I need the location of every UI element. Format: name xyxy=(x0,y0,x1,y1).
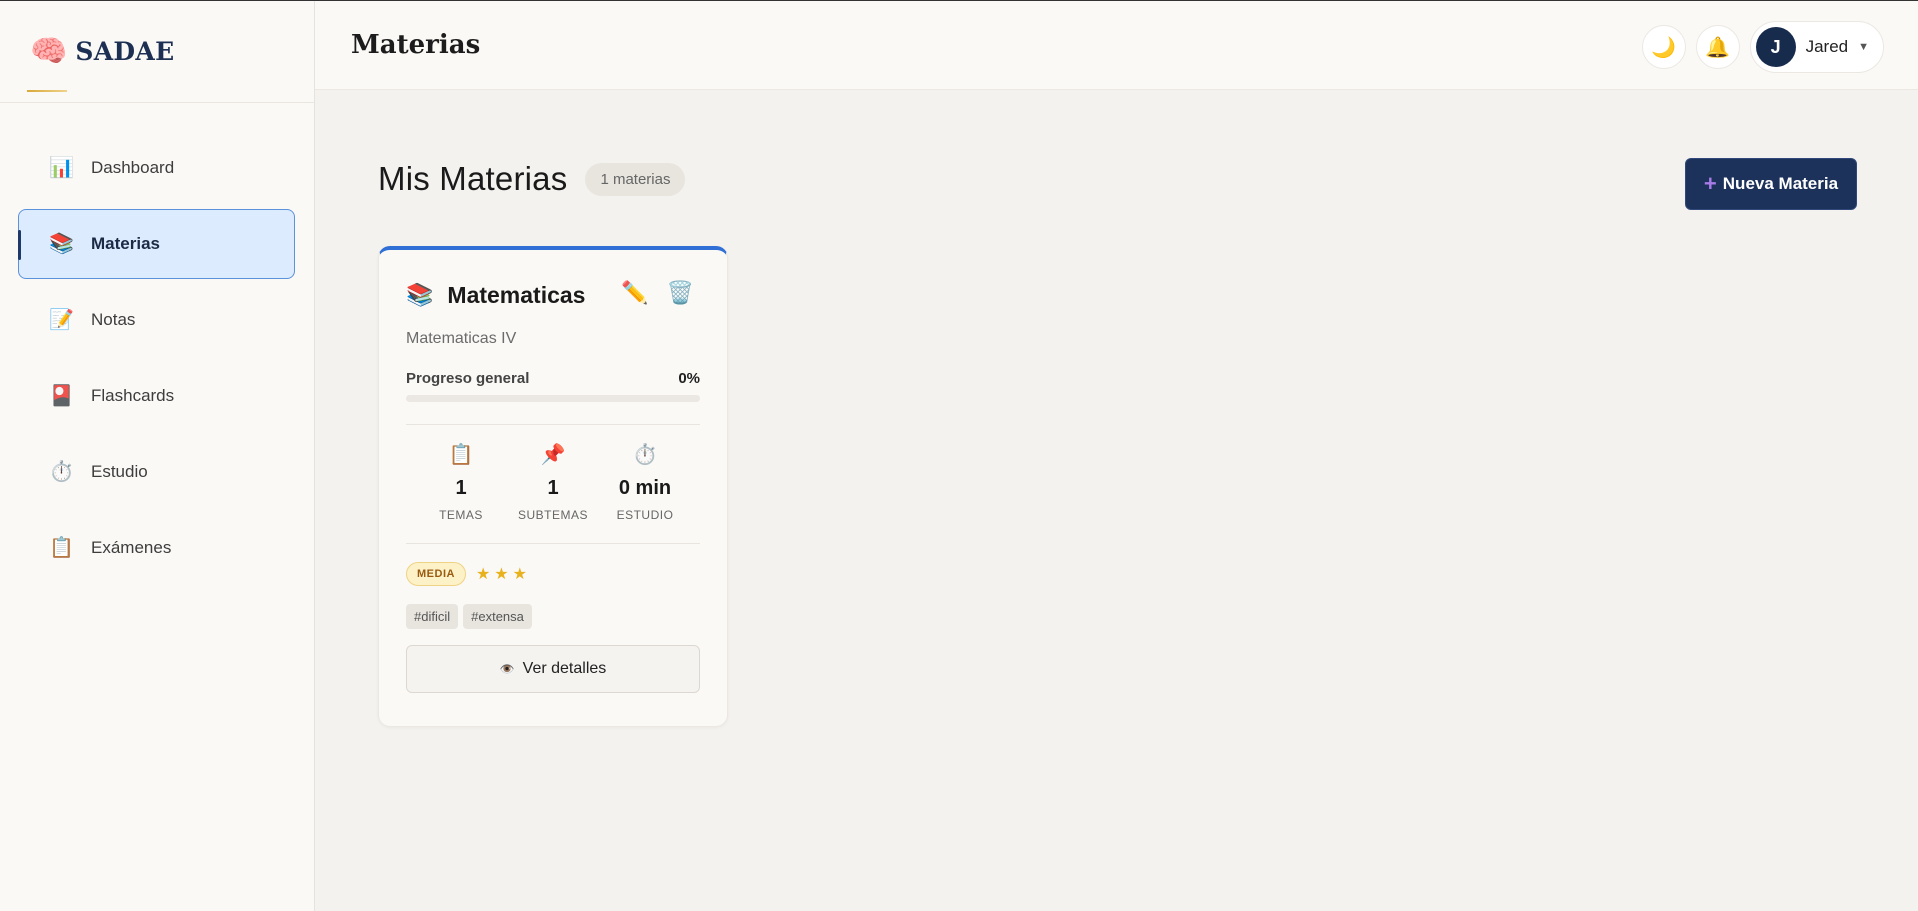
sidebar-item-label: Flashcards xyxy=(91,386,175,405)
brand[interactable]: 🧠 SADAE xyxy=(0,1,314,103)
meta-row: MEDIA ★★★ xyxy=(406,562,700,586)
sidebar-item-notas[interactable]: 📝 Notas xyxy=(18,285,295,355)
caret-down-icon: ▼ xyxy=(1858,41,1869,53)
stat-subtemas: 📌 1 SUBTEMAS xyxy=(508,445,598,543)
theme-toggle-button[interactable]: 🌙 xyxy=(1641,25,1686,69)
stat-label: ESTUDIO xyxy=(616,508,674,522)
stat-value: 1 xyxy=(547,477,559,499)
card-header: 📚 Matematicas ✏️ 🗑️ xyxy=(406,280,700,310)
section-header: Mis Materias 1 materias xyxy=(378,160,686,198)
flashcard-icon: 🎴 xyxy=(49,385,74,407)
sidebar-item-label: Notas xyxy=(91,310,136,329)
stat-value: 1 xyxy=(455,477,467,499)
sidebar-item-label: Dashboard xyxy=(91,158,175,177)
brand-name: SADAE xyxy=(75,37,175,66)
plus-icon: + xyxy=(1703,171,1717,196)
moon-icon: 🌙 xyxy=(1651,36,1677,59)
stat-temas: 📋 1 TEMAS xyxy=(416,445,506,543)
view-details-label: Ver detalles xyxy=(522,660,607,677)
edit-icon[interactable]: ✏️ xyxy=(621,282,648,304)
sidebar-item-label: Materias xyxy=(91,234,160,253)
sidebar-item-label: Estudio xyxy=(91,462,148,481)
stat-label: TEMAS xyxy=(439,508,483,522)
memo-icon: 📝 xyxy=(49,309,74,331)
stopwatch-icon: ⏱️ xyxy=(49,461,74,483)
sidebar-item-label: Exámenes xyxy=(91,538,172,557)
stat-estudio: ⏱️ 0 min ESTUDIO xyxy=(600,445,690,543)
section-title: Mis Materias xyxy=(378,160,568,197)
card-title: Matematicas xyxy=(447,281,586,308)
clipboard-icon: 📋 xyxy=(49,537,74,559)
progress-value: 0% xyxy=(678,370,700,387)
star-rating: ★★★ xyxy=(475,566,531,583)
stat-value: 0 min xyxy=(618,477,672,499)
tag: #extensa xyxy=(463,604,532,629)
progress-bar xyxy=(406,395,700,402)
count-badge: 1 materias xyxy=(585,162,686,196)
tag-list: #dificil #extensa xyxy=(406,604,700,629)
user-name: Jared xyxy=(1805,37,1849,56)
bar-chart-icon: 📊 xyxy=(49,157,74,179)
clipboard-icon: 📋 xyxy=(448,444,474,466)
tag: #dificil xyxy=(406,604,459,629)
eye-icon: 👁️ xyxy=(499,662,515,676)
sidebar-item-materias[interactable]: 📚 Materias xyxy=(18,209,295,279)
pushpin-icon: 📌 xyxy=(540,444,566,466)
view-details-button[interactable]: 👁️ Ver detalles xyxy=(406,645,700,693)
sidebar-nav: 📊 Dashboard 📚 Materias 📝 Notas 🎴 Flashca… xyxy=(0,103,314,583)
divider xyxy=(406,543,700,544)
main-content: Mis Materias 1 materias + Nueva Materia … xyxy=(315,90,1918,911)
brand-underline xyxy=(27,90,67,92)
progress-label: Progreso general xyxy=(406,370,530,387)
sidebar-item-flashcards[interactable]: 🎴 Flashcards xyxy=(18,361,295,431)
card-subtitle: Matematicas IV xyxy=(406,330,517,347)
notifications-button[interactable]: 🔔 xyxy=(1695,25,1740,69)
sidebar-item-examenes[interactable]: 📋 Exámenes xyxy=(18,513,295,583)
card-actions: ✏️ 🗑️ xyxy=(603,282,694,304)
sidebar: 🧠 SADAE 📊 Dashboard 📚 Materias 📝 Notas 🎴… xyxy=(0,1,315,911)
progress-row: Progreso general 0% xyxy=(406,370,700,387)
avatar: J xyxy=(1755,27,1796,67)
stopwatch-icon: ⏱️ xyxy=(632,444,658,466)
books-icon: 📚 xyxy=(406,282,434,307)
new-subject-label: Nueva Materia xyxy=(1722,174,1839,193)
sidebar-item-dashboard[interactable]: 📊 Dashboard xyxy=(18,133,295,203)
user-menu[interactable]: J Jared ▼ xyxy=(1749,21,1884,73)
trash-icon[interactable]: 🗑️ xyxy=(667,282,694,304)
subject-card: 📚 Matematicas ✏️ 🗑️ Matematicas IV Progr… xyxy=(378,246,728,727)
books-icon: 📚 xyxy=(49,233,74,255)
brain-icon: 🧠 xyxy=(30,34,68,68)
page-title: Materias xyxy=(351,30,481,60)
stats-row: 📋 1 TEMAS 📌 1 SUBTEMAS ⏱️ 0 min ESTUDIO xyxy=(406,425,700,543)
top-header: Materias 🌙 🔔 J Jared ▼ xyxy=(315,1,1918,90)
stat-label: SUBTEMAS xyxy=(517,508,588,522)
bell-icon: 🔔 xyxy=(1705,36,1731,59)
header-actions: 🌙 🔔 J Jared ▼ xyxy=(1641,21,1884,73)
new-subject-button[interactable]: + Nueva Materia xyxy=(1685,158,1857,210)
sidebar-item-estudio[interactable]: ⏱️ Estudio xyxy=(18,437,295,507)
difficulty-badge: MEDIA xyxy=(406,562,466,586)
